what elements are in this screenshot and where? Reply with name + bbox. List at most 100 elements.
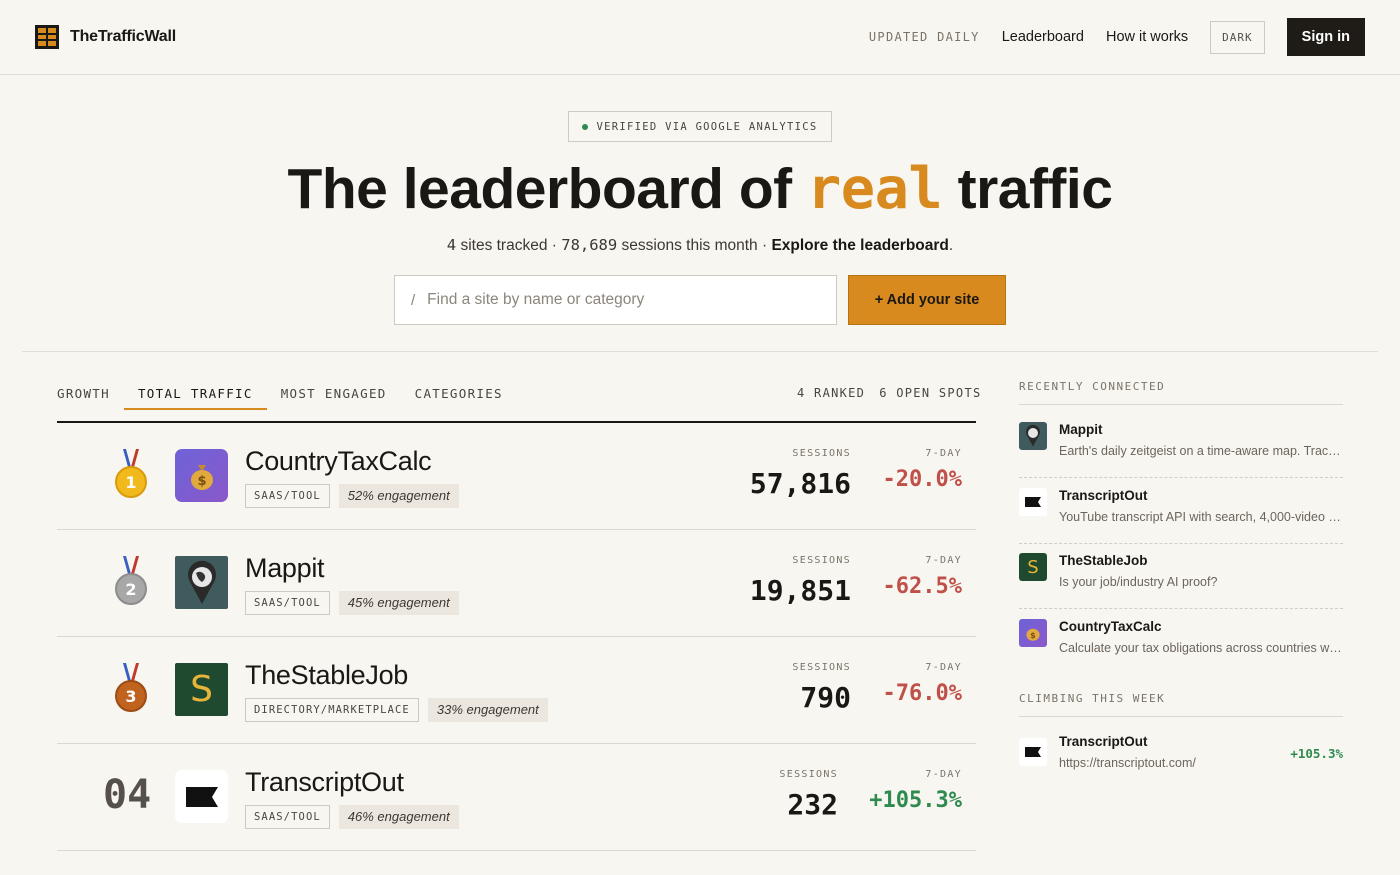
table-row[interactable]: 04 TranscriptOut SAAS/TOOL 46% engagemen… <box>57 744 976 851</box>
table-row[interactable]: 2 Mappit SAAS/TOOL 45% engagement SESSIO… <box>57 530 976 637</box>
seven-day-change: -20.0% <box>882 467 962 492</box>
climbing-site-name: TranscriptOut <box>1059 734 1148 749</box>
add-your-site-button[interactable]: + Add your site <box>848 275 1006 325</box>
money-bag-icon: $ <box>1019 619 1047 647</box>
seven-day-change: -62.5% <box>882 574 962 599</box>
engagement-tag: 46% engagement <box>338 805 459 829</box>
hero-subtitle: 4 sites tracked · 78,689 sessions this m… <box>0 236 1400 255</box>
explore-leaderboard-link[interactable]: Explore the leaderboard <box>771 237 948 254</box>
rank-number: 04 <box>103 772 152 818</box>
category-tag[interactable]: DIRECTORY/MARKETPLACE <box>245 698 419 722</box>
sessions-value: 57,816 <box>749 467 851 500</box>
climbing-site-url[interactable]: https://transcriptout.com/ <box>1059 756 1279 770</box>
sessions-label: SESSIONS <box>792 662 851 673</box>
recent-site-item[interactable]: $ CountryTaxCalc Calculate your tax obli… <box>1019 610 1343 675</box>
category-tag[interactable]: SAAS/TOOL <box>245 591 330 615</box>
open-spots-count: 6 OPEN SPOTS <box>879 386 982 400</box>
globe-pin-icon <box>187 560 216 604</box>
tab-categories[interactable]: CATEGORIES <box>401 378 517 410</box>
recent-site-desc: Calculate your tax obligations across co… <box>1059 641 1343 655</box>
site-name[interactable]: Mappit <box>245 553 325 584</box>
letter-s-icon: S <box>190 669 213 710</box>
updated-daily-label: UPDATED DAILY <box>868 30 980 44</box>
globe-pin-icon <box>1019 422 1047 450</box>
climbing-change: +105.3% <box>1290 746 1343 761</box>
dark-mode-button[interactable]: DARK <box>1210 20 1265 54</box>
letter-s-icon: S <box>1019 553 1047 581</box>
tab-growth[interactable]: GROWTH <box>57 378 124 410</box>
title-part: traffic <box>942 157 1113 221</box>
page-title: The leaderboard of real traffic <box>0 156 1400 222</box>
site-name[interactable]: TranscriptOut <box>245 767 404 798</box>
climbing-heading: CLIMBING THIS WEEK <box>1019 692 1166 705</box>
search-box: / <box>394 275 837 325</box>
nav-leaderboard[interactable]: Leaderboard <box>1002 29 1084 45</box>
climbing-site-item[interactable]: TranscriptOut https://transcriptout.com/… <box>1019 725 1343 790</box>
rank-number: 1 <box>125 473 136 492</box>
sessions-label: SESSIONS <box>792 555 851 566</box>
title-accent: real <box>806 156 943 222</box>
section-divider <box>22 351 1378 352</box>
site-name[interactable]: TheStableJob <box>245 660 408 691</box>
recent-site-name: Mappit <box>1059 422 1103 437</box>
recent-site-item[interactable]: TranscriptOut YouTube transcript API wit… <box>1019 479 1343 544</box>
rank-number: 2 <box>125 580 136 599</box>
rank-number: 3 <box>125 687 136 706</box>
sub-text: sites tracked · <box>456 237 562 254</box>
sub-text: sessions this month · <box>617 237 772 254</box>
flag-logo-icon <box>1019 488 1047 516</box>
grid-logo-icon <box>35 25 59 49</box>
rank-stats: 4 RANKED 6 OPEN SPOTS <box>797 386 996 400</box>
engagement-tag: 33% engagement <box>427 698 548 722</box>
table-row[interactable]: 1 $ CountryTaxCalc SAAS/TOOL 52% engagem… <box>57 423 976 530</box>
brand-name: TheTrafficWall <box>70 28 176 45</box>
nav-how-it-works[interactable]: How it works <box>1106 29 1188 45</box>
recently-connected-heading: RECENTLY CONNECTED <box>1019 380 1166 393</box>
seven-day-label: 7-DAY <box>925 769 962 780</box>
verified-badge-text: VERIFIED VIA GOOGLE ANALYTICS <box>596 120 818 133</box>
sign-in-button[interactable]: Sign in <box>1286 18 1365 56</box>
engagement-tag: 45% engagement <box>338 591 459 615</box>
site-avatar: S <box>175 663 228 716</box>
sessions-count: 78,689 <box>561 236 618 254</box>
tab-total-traffic[interactable]: TOTAL TRAFFIC <box>123 378 267 410</box>
brand[interactable]: TheTrafficWall <box>35 25 176 49</box>
engagement-tag: 52% engagement <box>338 484 459 508</box>
status-dot-icon <box>582 123 589 130</box>
sessions-label: SESSIONS <box>779 769 838 780</box>
category-tag[interactable]: SAAS/TOOL <box>245 484 330 508</box>
ranked-count: 4 RANKED <box>797 386 866 400</box>
slash-shortcut-icon: / <box>411 291 416 309</box>
sidebar-rule <box>1019 716 1343 717</box>
svg-text:$: $ <box>197 474 206 489</box>
category-tag[interactable]: SAAS/TOOL <box>245 805 330 829</box>
recent-site-name: TranscriptOut <box>1059 488 1148 503</box>
main-nav: UPDATED DAILY Leaderboard How it works D… <box>869 18 1365 56</box>
gold-medal-icon: 1 <box>115 449 147 498</box>
table-row[interactable]: 3 S TheStableJob DIRECTORY/MARKETPLACE 3… <box>57 637 976 744</box>
sessions-label: SESSIONS <box>792 448 851 459</box>
sites-count: 4 <box>446 236 457 254</box>
recent-site-desc: Is your job/industry AI proof? <box>1059 575 1218 589</box>
title-part: The leaderboard of <box>287 157 807 221</box>
sessions-value: 232 <box>787 788 838 821</box>
tab-most-engaged[interactable]: MOST ENGAGED <box>267 378 401 410</box>
bronze-medal-icon: 3 <box>115 663 147 712</box>
flag-logo-icon <box>185 786 218 807</box>
flag-logo-icon <box>1019 738 1047 766</box>
sub-text: . <box>948 237 954 254</box>
silver-medal-icon: 2 <box>115 556 147 605</box>
site-avatar <box>175 770 228 823</box>
search-input[interactable] <box>427 291 808 309</box>
sessions-value: 19,851 <box>749 574 851 607</box>
recent-site-name: TheStableJob <box>1059 553 1148 568</box>
sidebar-rule <box>1019 404 1343 405</box>
seven-day-change: +105.3% <box>869 788 962 813</box>
site-name[interactable]: CountryTaxCalc <box>245 446 432 477</box>
recent-site-item[interactable]: S TheStableJob Is your job/industry AI p… <box>1019 544 1343 609</box>
seven-day-change: -76.0% <box>882 681 962 706</box>
site-avatar: $ <box>175 449 228 502</box>
svg-text:$: $ <box>1030 631 1035 640</box>
sessions-value: 790 <box>800 681 851 714</box>
recent-site-item[interactable]: Mappit Earth's daily zeitgeist on a time… <box>1019 413 1343 478</box>
